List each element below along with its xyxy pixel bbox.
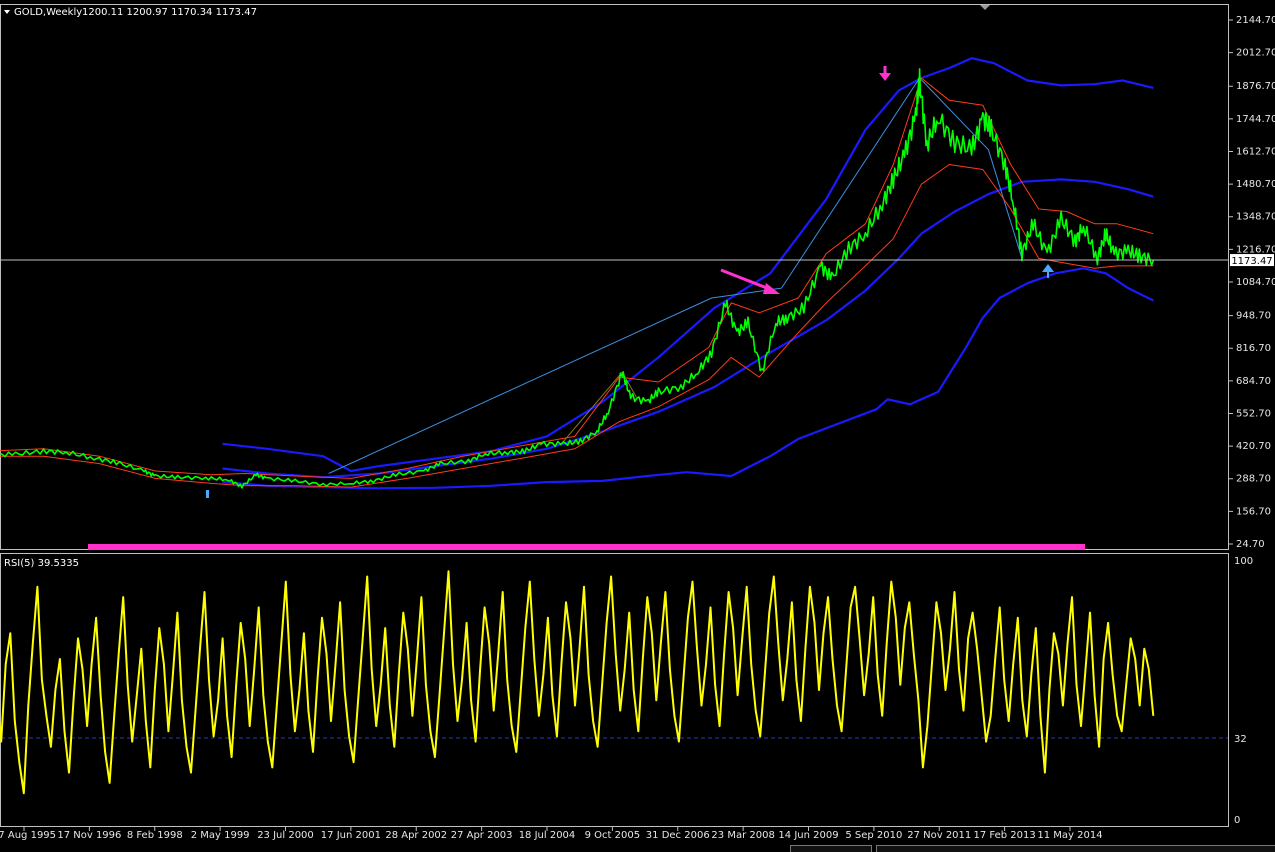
- magenta-range-bar: [88, 544, 1085, 550]
- y-tick-label: 948.70: [1236, 311, 1271, 322]
- x-tick-label: 18 Jul 2004: [519, 830, 576, 841]
- y-tick-label: 2144.70: [1236, 15, 1275, 26]
- x-tick-label: 17 Feb 2013: [974, 830, 1036, 841]
- x-tick-label: 17 Nov 1996: [57, 830, 121, 841]
- x-tick-label: 14 Jun 2009: [778, 830, 838, 841]
- chart-tab-strip: [0, 843, 1275, 852]
- y-tick-label: 1876.70: [1236, 81, 1275, 92]
- time-x-axis: 27 Aug 199517 Nov 1996 8 Feb 1998 2 May 19…: [0, 827, 1103, 841]
- x-tick-label: 17 Jun 2001: [321, 830, 381, 841]
- x-tick-label: 27 Nov 2011: [907, 830, 971, 841]
- x-tick-label: 23 Jul 2000: [257, 830, 314, 841]
- ohlc-readout: 1200.11 1200.97 1170.34 1173.47: [82, 7, 257, 18]
- x-tick-label: 23 Mar 2008: [711, 830, 774, 841]
- y-tick-label: 684.70: [1236, 376, 1271, 387]
- price-y-axis: 2144.70 2012.70 1876.70 1744.70 1612.70 1480.…: [1229, 15, 1275, 550]
- chart-canvas[interactable]: GOLD,Weekly 1200.11 1200.97 1170.34 1173…: [0, 0, 1275, 851]
- y-tick-label: 816.70: [1236, 343, 1271, 354]
- x-tick-label: 2 May 1999: [191, 830, 250, 841]
- x-tick-label: 5 Sep 2010: [845, 830, 902, 841]
- y-tick-label: 1744.70: [1236, 114, 1275, 125]
- y-tick-label: 156.70: [1236, 506, 1271, 517]
- x-tick-label: 11 May 2014: [1037, 830, 1102, 841]
- rsi-level-100: 100: [1234, 556, 1253, 567]
- x-tick-label: 8 Feb 1998: [127, 830, 183, 841]
- y-tick-label: 1084.70: [1236, 277, 1275, 288]
- rsi-title: RSI(5) 39.5335: [4, 558, 79, 569]
- x-tick-label: 9 Oct 2005: [585, 830, 640, 841]
- y-tick-label: 1348.70: [1236, 212, 1275, 223]
- x-tick-label: 28 Apr 2002: [385, 830, 447, 841]
- y-tick-label: 1480.70: [1236, 179, 1275, 190]
- rsi-panel-frame: [0, 553, 1229, 827]
- rsi-level-32: 32: [1234, 734, 1247, 745]
- low-marker: [206, 490, 209, 498]
- x-tick-label: 31 Dec 2006: [646, 830, 710, 841]
- current-price-label: 1173.47: [1231, 256, 1272, 267]
- y-tick-label: 420.70: [1236, 441, 1271, 452]
- symbol-label: GOLD,Weekly: [14, 7, 82, 18]
- rsi-level-0: 0: [1234, 815, 1240, 826]
- y-tick-label: 1216.70: [1236, 244, 1275, 255]
- y-tick-label: 24.70: [1236, 539, 1265, 550]
- y-tick-label: 1612.70: [1236, 146, 1275, 157]
- y-tick-label: 552.70: [1236, 408, 1271, 419]
- x-tick-label: 27 Aug 1995: [0, 830, 56, 841]
- y-tick-label: 288.70: [1236, 474, 1271, 485]
- x-tick-label: 27 Apr 2003: [451, 830, 513, 841]
- y-tick-label: 2012.70: [1236, 48, 1275, 59]
